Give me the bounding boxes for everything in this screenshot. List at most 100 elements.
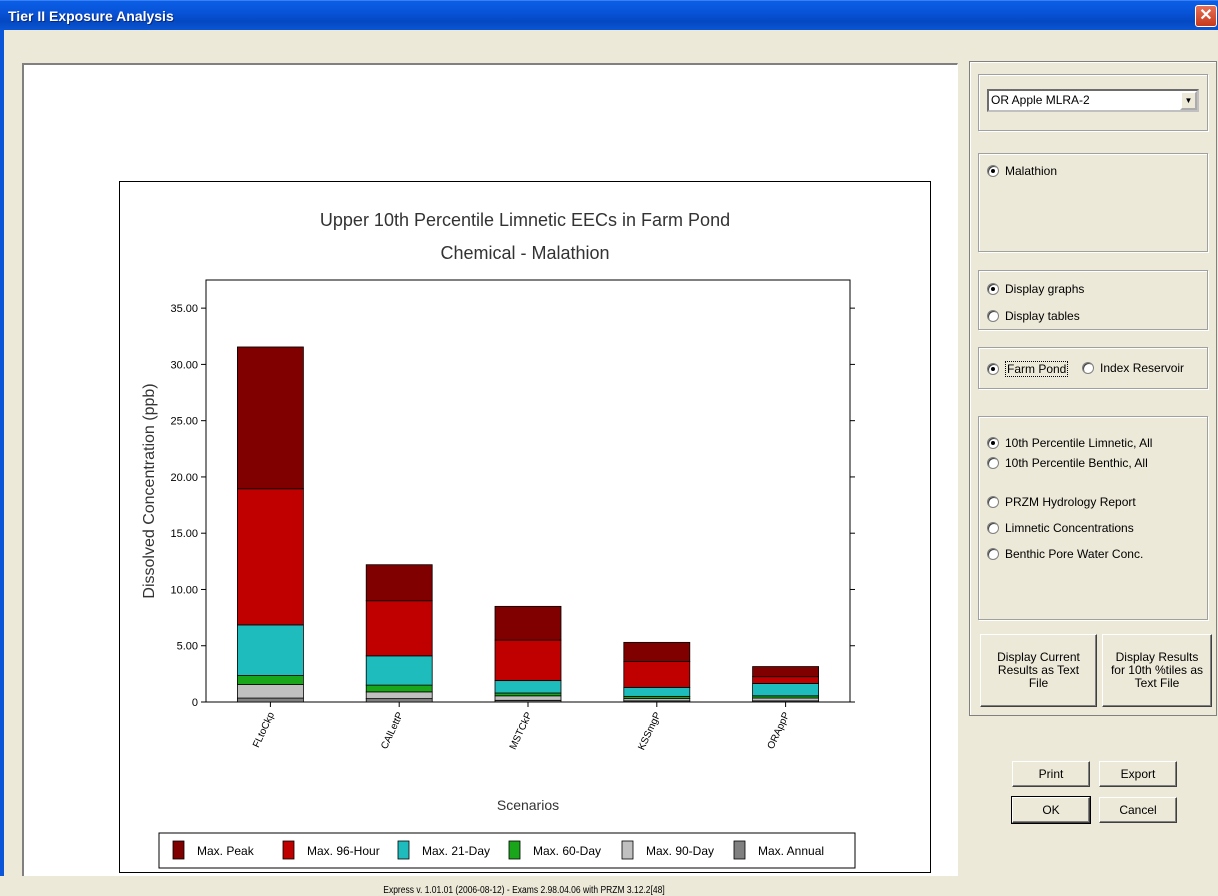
x-tick-label: MSTCkP [508, 710, 535, 751]
radio-label: PRZM Hydrology Report [1005, 495, 1136, 509]
legend-label: Max. 96-Hour [307, 844, 380, 858]
radio-label: Farm Pond [1005, 361, 1069, 377]
radio-dot-icon[interactable] [987, 283, 999, 295]
radio-label: Benthic Pore Water Conc. [1005, 547, 1144, 561]
bar-segment-max-peak [237, 346, 304, 490]
window-frame-left [0, 30, 4, 876]
bar-segment-max-annual [237, 697, 304, 703]
bar-segment-max-peak [365, 564, 433, 602]
y-axis-label: Dissolved Concentration (ppb) [141, 383, 158, 598]
y-tick-label: 10.00 [170, 584, 198, 596]
scenario-select-value: OR Apple MLRA-2 [991, 93, 1090, 107]
radio-dot-icon[interactable] [987, 165, 999, 177]
radio-index-reservoir[interactable]: Index Reservoir [1082, 361, 1184, 375]
bar-segment-max-21-day [494, 680, 562, 694]
legend-swatch [508, 840, 521, 860]
window-title: Tier II Exposure Analysis [8, 8, 174, 24]
bar-segment-max-96-hour [365, 600, 433, 657]
radio-benthic-pore-water[interactable]: Benthic Pore Water Conc. [987, 547, 1143, 561]
legend-swatch [397, 840, 410, 860]
x-tick-label: KSSmgP [636, 710, 663, 752]
radio-label: Display graphs [1005, 282, 1085, 296]
radio-display-graphs[interactable]: Display graphs [987, 282, 1084, 296]
radio-limnetic-all[interactable]: 10th Percentile Limnetic, All [987, 436, 1152, 450]
display-10th-results-button[interactable]: Display Results for 10th %tiles as Text … [1102, 634, 1212, 707]
bar-segment-max-annual [365, 698, 433, 703]
y-tick-label: 30.00 [170, 359, 198, 371]
legend-label: Max. 90-Day [646, 844, 714, 858]
radio-dot-icon[interactable] [987, 548, 999, 560]
x-axis-label: Scenarios [497, 797, 559, 813]
bar-segment-max-peak [623, 641, 691, 662]
y-tick-label: 35.00 [170, 303, 198, 315]
bar-segment-max-21-day [365, 655, 433, 686]
scenario-select[interactable]: OR Apple MLRA-2 ▼ [987, 89, 1199, 112]
radio-benthic-all[interactable]: 10th Percentile Benthic, All [987, 456, 1148, 470]
radio-display-tables[interactable]: Display tables [987, 309, 1080, 323]
radio-dot-icon[interactable] [987, 496, 999, 508]
x-tick-label: FLtoCkp [251, 710, 277, 749]
bar-segment-max-96-hour [752, 676, 819, 684]
bar-segment-max-90-day [752, 697, 819, 702]
legend-label: Max. Peak [197, 844, 255, 858]
bar-segment-max-21-day [623, 686, 691, 697]
legend-label: Max. 21-Day [422, 844, 490, 858]
legend-swatch [733, 840, 746, 860]
radio-dot-icon[interactable] [987, 522, 999, 534]
bar-segment-max-21-day [752, 683, 819, 697]
radio-limnetic-concentrations[interactable]: Limnetic Concentrations [987, 521, 1134, 535]
bar-segment-max-60-day [494, 692, 562, 697]
bar-segment-max-peak [752, 666, 819, 678]
legend-label: Max. 60-Day [533, 844, 601, 858]
bar-segment-max-90-day [237, 684, 304, 699]
bar-segment-max-21-day [237, 624, 304, 676]
radio-dot-icon[interactable] [987, 437, 999, 449]
y-tick-label: 5.00 [177, 641, 198, 653]
x-tick-label: ORAppP [766, 710, 793, 751]
chevron-down-icon[interactable]: ▼ [1180, 91, 1197, 110]
radio-dot-icon[interactable] [987, 363, 999, 375]
display-current-results-button[interactable]: Display Current Results as Text File [980, 634, 1097, 707]
radio-chemical-malathion[interactable]: Malathion [987, 164, 1057, 178]
chart-box: Upper 10th Percentile Limnetic EECs in F… [119, 181, 931, 873]
radio-label: Malathion [1005, 164, 1058, 178]
chart-subtitle: Chemical - Malathion [440, 243, 609, 263]
bar-segment-max-60-day [365, 684, 433, 693]
legend-label: Max. Annual [758, 844, 824, 858]
title-bar: Tier II Exposure Analysis ✕ [0, 0, 1218, 30]
y-tick-label: 15.00 [170, 528, 198, 540]
bar-segment-max-96-hour [494, 639, 562, 682]
radio-dot-icon[interactable] [1082, 362, 1094, 374]
cancel-button[interactable]: Cancel [1099, 797, 1177, 823]
y-tick-label: 0 [192, 697, 198, 709]
radio-label: Limnetic Concentrations [1005, 521, 1134, 535]
print-button[interactable]: Print [1012, 761, 1090, 787]
chart-title: Upper 10th Percentile Limnetic EECs in F… [320, 210, 730, 230]
radio-przm-hydrology[interactable]: PRZM Hydrology Report [987, 495, 1136, 509]
y-tick-label: 20.00 [170, 472, 198, 484]
legend-swatch [282, 840, 295, 860]
bar-segment-max-90-day [365, 691, 433, 700]
radio-dot-icon[interactable] [987, 457, 999, 469]
legend-swatch [621, 840, 634, 860]
radio-label: 10th Percentile Limnetic, All [1005, 436, 1153, 450]
chart-svg: Upper 10th Percentile Limnetic EECs in F… [141, 210, 856, 869]
close-button[interactable]: ✕ [1195, 5, 1217, 27]
version-footer: Express v. 1.01.01 (2006-08-12) - Exams … [383, 885, 665, 896]
bar-segment-max-96-hour [237, 488, 304, 626]
radio-farm-pond[interactable]: Farm Pond [987, 361, 1069, 377]
radio-label: 10th Percentile Benthic, All [1005, 456, 1148, 470]
ok-button[interactable]: OK [1011, 796, 1091, 824]
bar-segment-max-60-day [237, 675, 304, 685]
y-tick-label: 25.00 [170, 416, 198, 428]
legend-swatch [172, 840, 185, 860]
bar-segment-max-peak [494, 605, 562, 641]
graph-area: Upper 10th Percentile Limnetic EECs in F… [22, 63, 958, 896]
export-button[interactable]: Export [1099, 761, 1177, 787]
radio-label: Display tables [1005, 309, 1080, 323]
radio-dot-icon[interactable] [987, 310, 999, 322]
legend-box [158, 832, 856, 869]
radio-label: Index Reservoir [1100, 361, 1185, 375]
bar-segment-max-96-hour [623, 661, 691, 688]
bar-segment-max-90-day [494, 695, 562, 701]
